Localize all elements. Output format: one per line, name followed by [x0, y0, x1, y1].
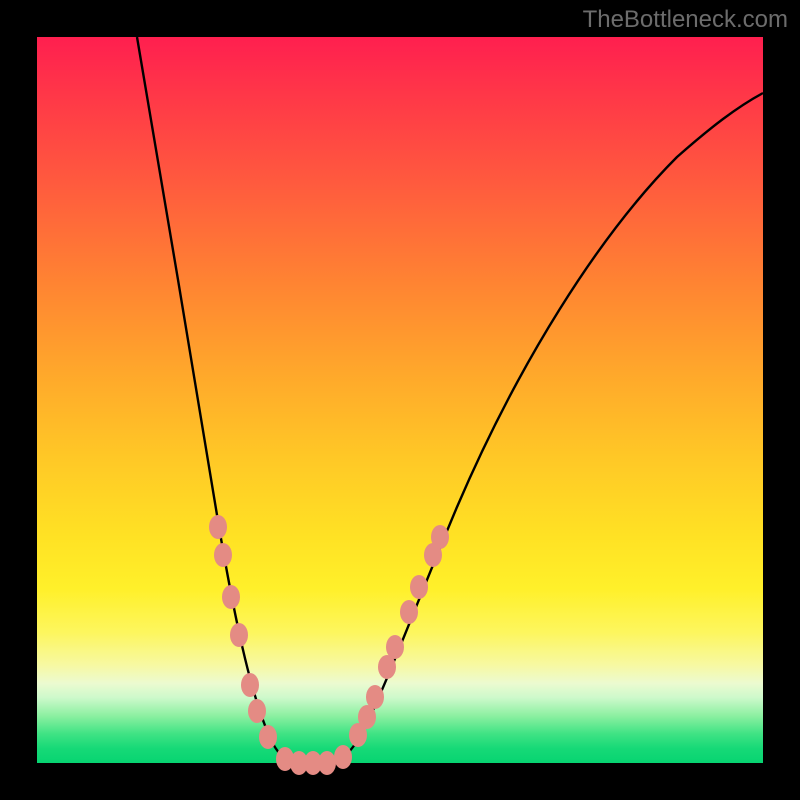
highlight-dot — [410, 575, 428, 599]
highlight-dot — [366, 685, 384, 709]
highlight-dot — [241, 673, 259, 697]
highlight-dot — [431, 525, 449, 549]
highlight-dot — [222, 585, 240, 609]
chart-plot-area — [37, 37, 763, 763]
chart-svg — [37, 37, 763, 763]
highlight-dot — [318, 751, 336, 775]
highlight-dot — [248, 699, 266, 723]
highlight-dot — [209, 515, 227, 539]
watermark-text: TheBottleneck.com — [583, 6, 788, 34]
highlight-dot — [400, 600, 418, 624]
highlight-dot — [230, 623, 248, 647]
chart-frame: TheBottleneck.com — [0, 0, 800, 800]
highlight-dot — [214, 543, 232, 567]
highlight-dot — [386, 635, 404, 659]
highlight-dot — [334, 745, 352, 769]
highlight-dots-group — [209, 515, 449, 775]
highlight-dot — [259, 725, 277, 749]
bottleneck-curve — [137, 37, 763, 763]
